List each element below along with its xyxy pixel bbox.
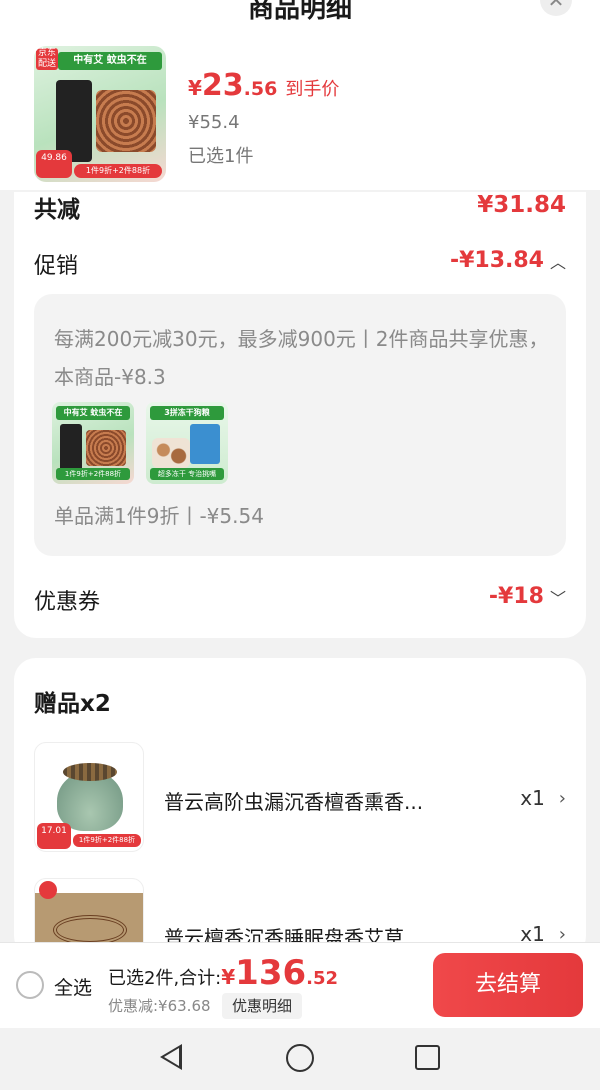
promo-toggle[interactable]: -¥13.84 ︿ bbox=[450, 248, 566, 273]
coupon-amount: -¥18 bbox=[488, 584, 544, 609]
mini-coils-graphic bbox=[86, 430, 126, 466]
gift-name-1[interactable]: 普云高阶虫漏沉香檀香熏香... bbox=[164, 786, 464, 815]
burner-lid-graphic bbox=[63, 763, 117, 781]
promo-product-image-1[interactable]: 中有艾 蚊虫不在 1件9折+2件88折 bbox=[52, 402, 134, 484]
discount-card: 共减 ¥31.84 促销 -¥13.84 ︿ 每满200元减30元，最多减900元… bbox=[14, 192, 586, 638]
product-image-deal: 1件9折+2件88折 bbox=[74, 164, 162, 178]
select-all-label[interactable]: 全选 bbox=[54, 973, 92, 1000]
selected-count: 已选1件 bbox=[188, 146, 254, 167]
mini-food-graphic bbox=[152, 438, 190, 468]
total-label: 已选2件,合计: bbox=[108, 968, 222, 989]
coupon-label: 优惠券 bbox=[34, 590, 101, 615]
promo-details: 每满200元减30元，最多减900元丨2件商品共享优惠，本商品-¥8.3 中有艾… bbox=[34, 294, 566, 556]
jd-delivery-tag: 京东配送 bbox=[36, 48, 58, 70]
chevron-down-icon: ﹀ bbox=[549, 588, 566, 608]
promo-sub-text: 单品满1件9折丨-¥5.54 bbox=[54, 504, 264, 528]
home-icon[interactable] bbox=[286, 1044, 314, 1072]
coupon-toggle[interactable]: -¥18 ﹀ bbox=[489, 584, 566, 609]
promo-product-image-2[interactable]: 3拼冻干狗粮 超多冻干 专治挑嘴 bbox=[146, 402, 228, 484]
discount-detail-button[interactable]: 优惠明细 bbox=[222, 993, 303, 1019]
checkout-bar: 全选 已选2件,合计:¥136.52 优惠减:¥63.68 优惠明细 去结算 bbox=[0, 942, 600, 1028]
coil-ring-graphic bbox=[53, 915, 127, 945]
total-currency: ¥ bbox=[221, 965, 236, 989]
total-discount-label: 共减 bbox=[34, 197, 80, 223]
back-icon[interactable] bbox=[160, 1044, 182, 1070]
select-all-radio[interactable] bbox=[16, 971, 44, 999]
promo-rule-text: 每满200元减30元，最多减900元丨2件商品共享优惠，本商品-¥8.3 bbox=[54, 327, 549, 389]
chevron-right-icon: › bbox=[558, 787, 566, 809]
gifts-card: 赠品x2 17.01 1件9折+2件88折 普云高阶虫漏沉香檀香熏香... x1… bbox=[14, 658, 586, 988]
product-image[interactable]: 京东配送 中有艾 蚊虫不在 49.86 1件9折+2件88折 bbox=[34, 46, 166, 182]
recent-apps-icon[interactable] bbox=[415, 1045, 440, 1070]
gift-qty-value: x1 bbox=[520, 786, 545, 810]
close-icon: ✕ bbox=[547, 0, 565, 12]
final-price: ¥23.56 到手价 bbox=[188, 68, 339, 103]
product-header: 商品明细 ✕ 京东配送 中有艾 蚊虫不在 49.86 1件9折+2件88折 ¥2… bbox=[0, 0, 600, 190]
price-integer: 23 bbox=[201, 68, 244, 103]
product-image-banner: 中有艾 蚊虫不在 bbox=[58, 52, 162, 70]
gift-qty-1[interactable]: x1 › bbox=[520, 786, 566, 810]
total-integer: 136 bbox=[235, 953, 307, 993]
promo-amount: -¥13.84 bbox=[449, 248, 544, 273]
price-currency: ¥ bbox=[188, 76, 202, 100]
total-decimal: .52 bbox=[306, 968, 339, 989]
gifts-title: 赠品x2 bbox=[34, 691, 111, 717]
sheet-title: 商品明细 bbox=[247, 0, 352, 24]
gift-price-badge: 17.01 bbox=[37, 823, 71, 849]
total-discount-amount: ¥31.84 bbox=[477, 192, 566, 218]
mini-deal: 超多冻干 专治挑嘴 bbox=[150, 468, 224, 480]
gift-image-1[interactable]: 17.01 1件9折+2件88折 bbox=[34, 742, 144, 852]
brand-seal-icon bbox=[39, 881, 57, 899]
total-line: 已选2件,合计:¥136.52 bbox=[108, 953, 338, 993]
total-discount-value: ¥31.84 bbox=[477, 192, 566, 218]
original-price: ¥55.4 bbox=[188, 112, 240, 133]
product-coils-graphic bbox=[96, 90, 156, 152]
mini-deal: 1件9折+2件88折 bbox=[56, 468, 130, 480]
mini-banner: 3拼冻干狗粮 bbox=[150, 406, 224, 420]
promo-label: 促销 bbox=[34, 254, 79, 279]
price-decimal: .56 bbox=[243, 78, 278, 100]
mini-can-graphic bbox=[60, 424, 82, 472]
price-label: 到手价 bbox=[285, 79, 340, 100]
system-nav-bar bbox=[0, 1028, 600, 1090]
gift-deal: 1件9折+2件88折 bbox=[73, 834, 141, 847]
total-discount: 优惠减:¥63.68 bbox=[108, 997, 211, 1015]
mini-banner: 中有艾 蚊虫不在 bbox=[56, 406, 130, 420]
chevron-up-icon: ︿ bbox=[549, 252, 566, 272]
product-image-price-badge: 49.86 bbox=[36, 150, 72, 178]
checkout-button[interactable]: 去结算 bbox=[433, 953, 583, 1017]
mini-bag-graphic bbox=[190, 424, 220, 464]
